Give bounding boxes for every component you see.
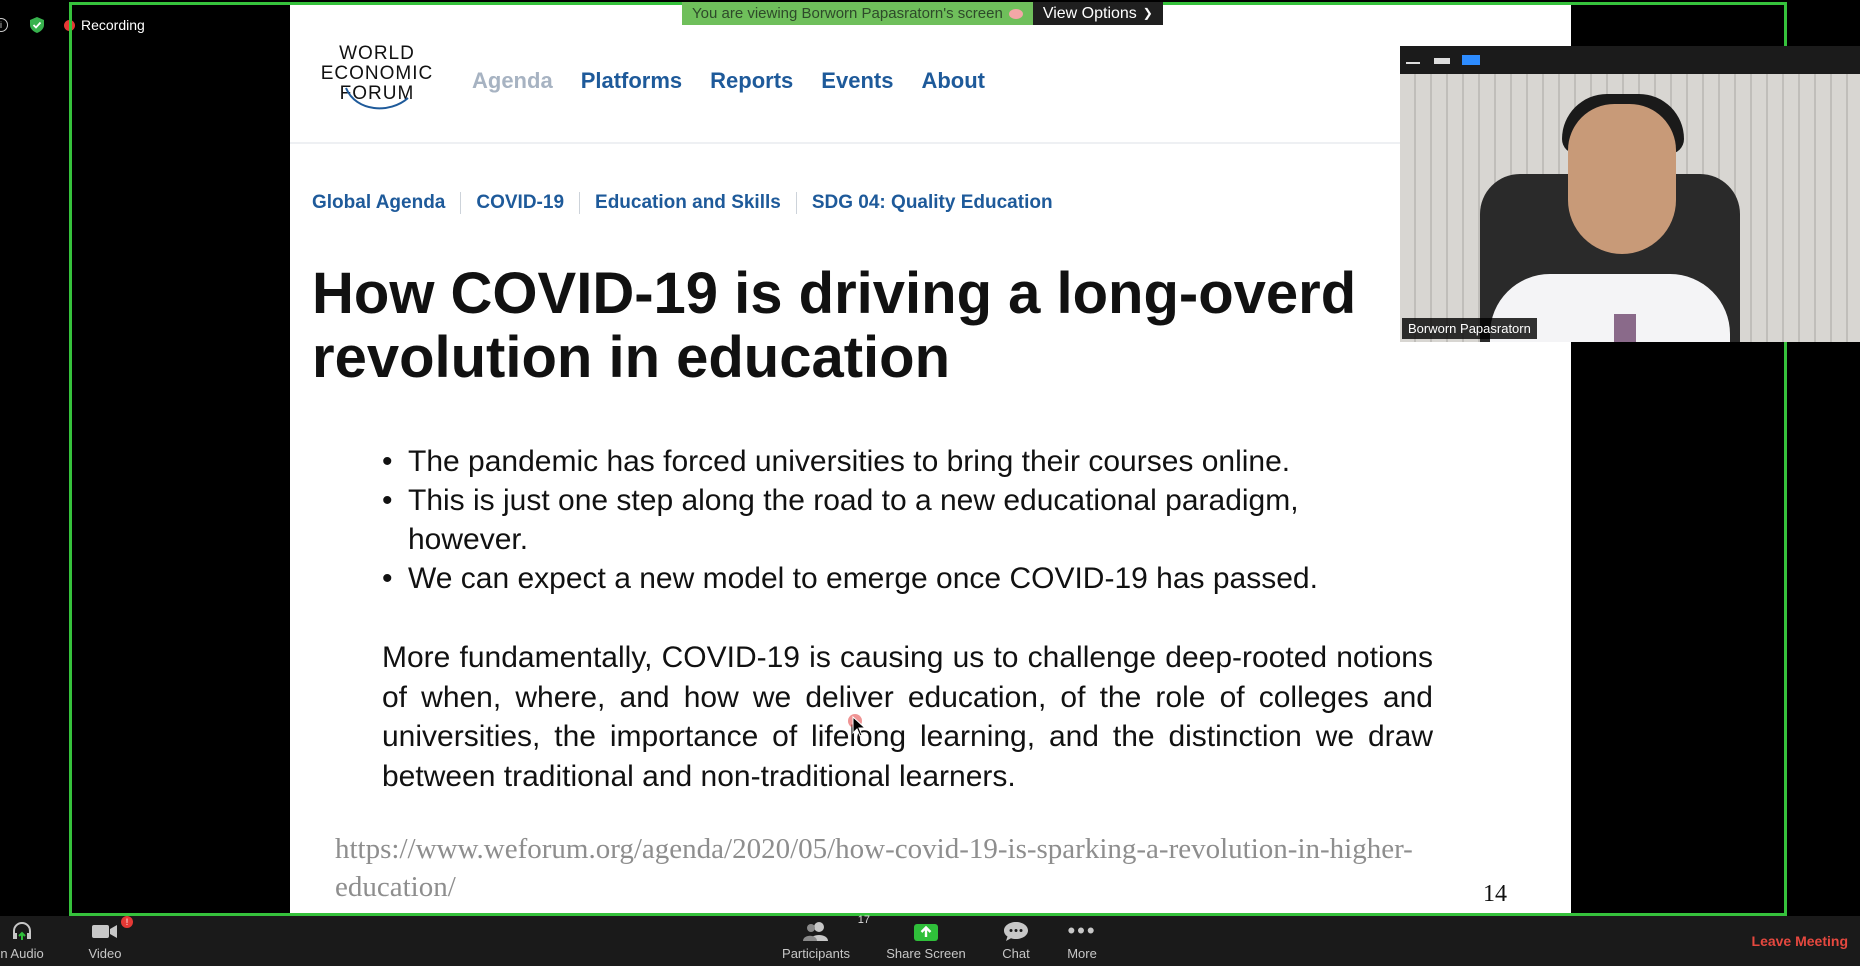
chat-label: Chat bbox=[1002, 946, 1030, 961]
chevron-down-icon: ❯ bbox=[1142, 6, 1153, 20]
share-screen-icon bbox=[914, 924, 938, 941]
participant-name-tag: Borworn Papasratorn bbox=[1402, 318, 1537, 339]
participants-icon bbox=[803, 922, 828, 941]
minimize-icon[interactable] bbox=[1406, 62, 1420, 64]
meeting-toolbar: n Audio ! Video 17 Participants Share Sc… bbox=[0, 914, 1860, 966]
share-screen-button[interactable]: Share Screen bbox=[885, 920, 967, 961]
leave-meeting-button[interactable]: Leave Meeting bbox=[1752, 933, 1848, 949]
chat-button[interactable]: Chat bbox=[994, 920, 1038, 961]
video-panel-header bbox=[1400, 46, 1860, 74]
start-video-button[interactable]: ! Video bbox=[85, 916, 133, 961]
more-label: More bbox=[1067, 946, 1097, 961]
video-warning-badge: ! bbox=[121, 916, 133, 928]
participants-count: 17 bbox=[857, 914, 870, 926]
join-audio-label: n Audio bbox=[0, 946, 44, 961]
video-camera-icon bbox=[92, 925, 117, 938]
share-banner: You are viewing Borworn Papasratorn's sc… bbox=[682, 2, 1163, 25]
more-dots-icon: ••• bbox=[1067, 918, 1097, 943]
participants-button[interactable]: 17 Participants bbox=[776, 914, 870, 961]
eye-icon bbox=[1008, 8, 1023, 19]
join-audio-button[interactable]: n Audio bbox=[0, 920, 44, 961]
video-label: Video bbox=[88, 946, 122, 961]
speaker-view-icon[interactable] bbox=[1434, 58, 1450, 64]
participant-video[interactable]: Borworn Papasratorn bbox=[1400, 74, 1860, 342]
headphones-icon bbox=[13, 922, 31, 940]
chat-bubble-icon bbox=[1004, 922, 1028, 941]
viewing-notice: You are viewing Borworn Papasratorn's sc… bbox=[682, 2, 1033, 25]
participants-label: Participants bbox=[782, 946, 850, 961]
shield-icon[interactable] bbox=[30, 17, 44, 33]
more-button[interactable]: ••• More bbox=[1060, 918, 1104, 961]
viewing-notice-text: You are viewing Borworn Papasratorn's sc… bbox=[692, 5, 1003, 22]
view-options-button[interactable]: View Options ❯ bbox=[1032, 2, 1163, 25]
gallery-view-icon[interactable] bbox=[1462, 55, 1480, 65]
share-screen-label: Share Screen bbox=[886, 946, 966, 961]
view-options-label: View Options bbox=[1042, 5, 1137, 22]
info-icon[interactable]: i bbox=[0, 18, 8, 32]
